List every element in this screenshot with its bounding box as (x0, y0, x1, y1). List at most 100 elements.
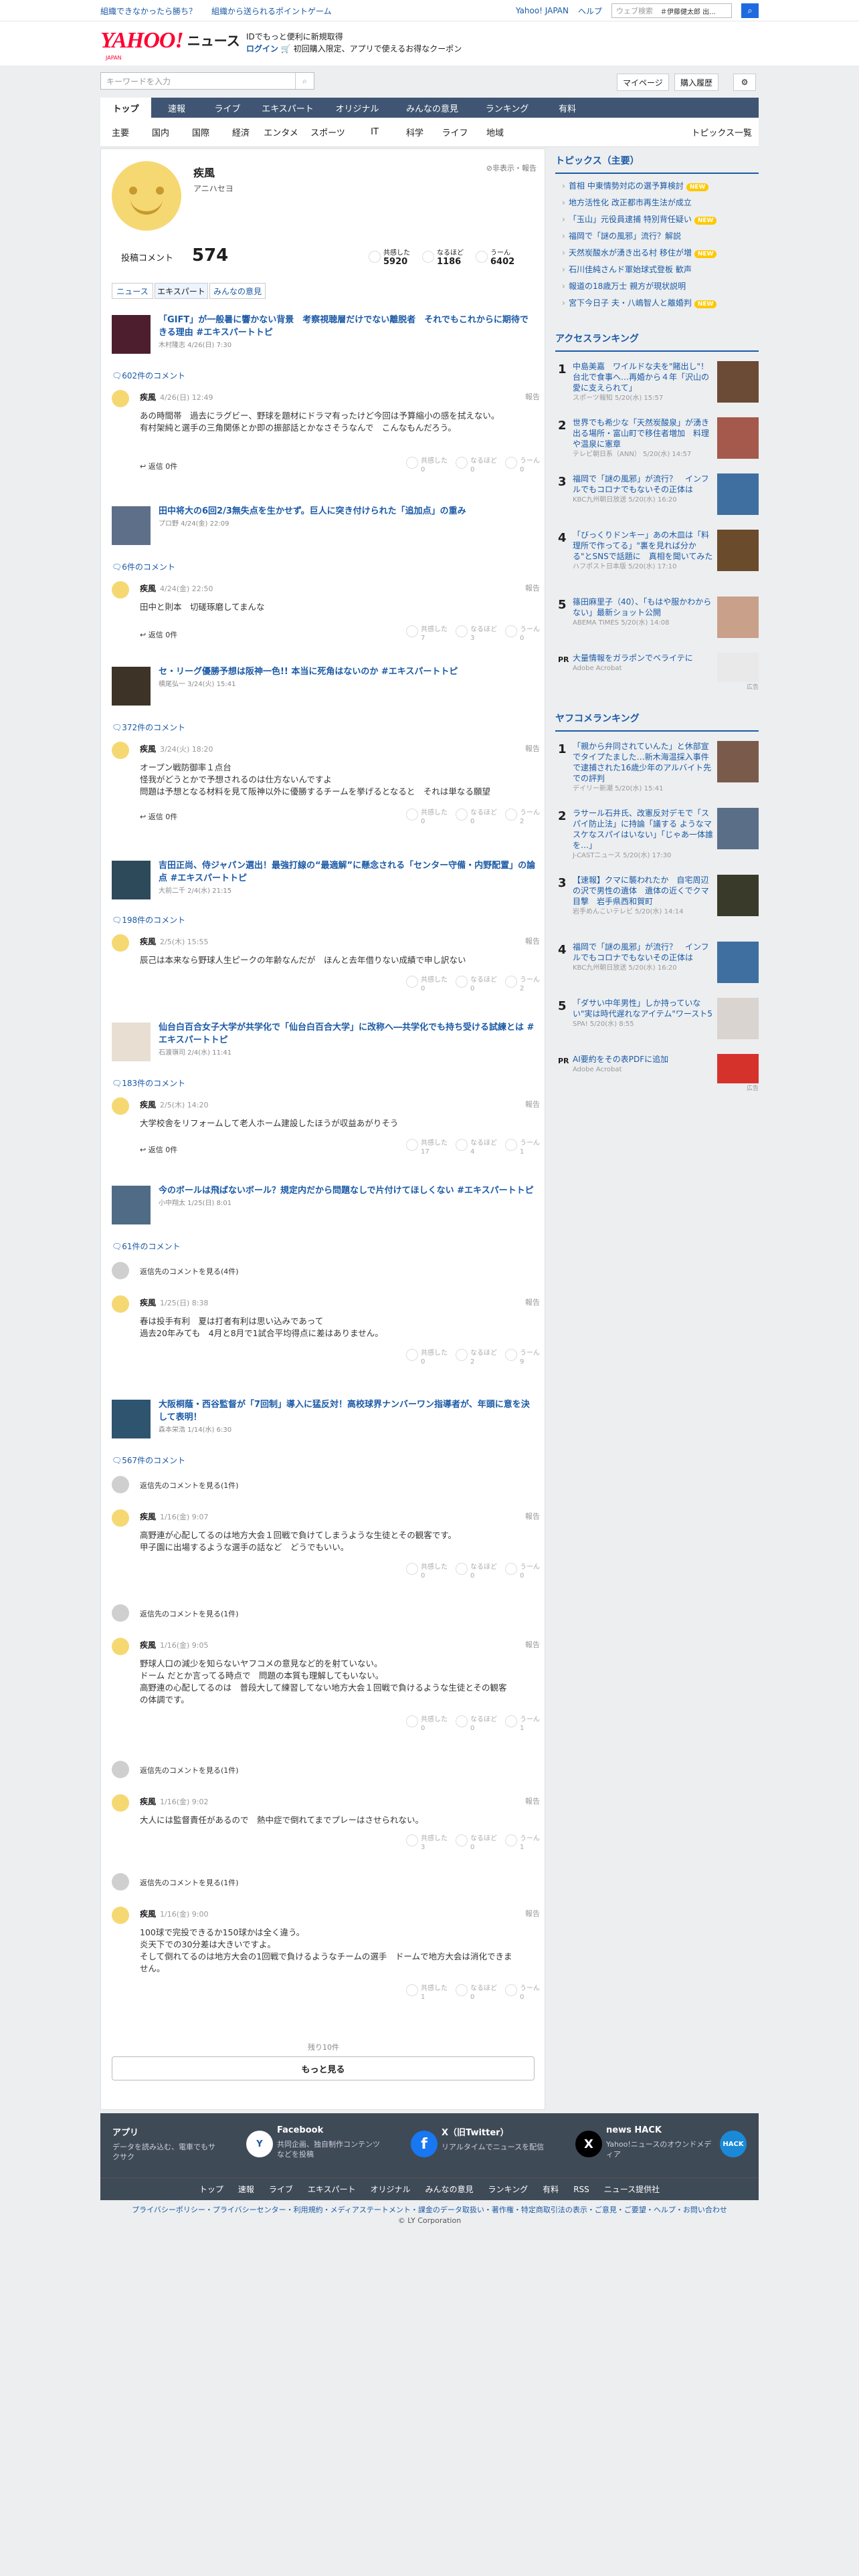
topic-item[interactable]: 石川佳純さんド軍始球式登板 歓声 (562, 261, 759, 278)
footer-nav-item[interactable]: 有料 (543, 2183, 559, 2195)
snav-item[interactable]: 経済 (221, 126, 261, 138)
reply-button[interactable]: ↩ 返信 0件 (140, 811, 177, 822)
commenter-name[interactable]: 疾風 2/5(木) 14:20 (140, 1099, 209, 1110)
react-hmm[interactable]: うーん 1 (505, 1715, 540, 1733)
gnav-breaking[interactable]: 速報 (151, 98, 202, 118)
ranking-item[interactable]: 1 中島美嘉 ワイルドな夫を"賭出し"！台北で食事へ…再婚から４年「沢山の愛に支え… (555, 356, 759, 412)
topic-item[interactable]: 報道の18歳万士 親方が現状説明 (562, 278, 759, 295)
comment-count-link[interactable]: 🗨6件のコメント (112, 561, 175, 572)
react-hmm[interactable]: うーん 2 (505, 976, 540, 993)
report-link[interactable]: 報告 (525, 743, 540, 754)
promo-line-1[interactable]: IDでもっと便利に新規取得 (246, 31, 462, 43)
react-agree[interactable]: 共感した 0 (406, 976, 448, 993)
commenter-name[interactable]: 疾風 3/24(火) 18:20 (140, 743, 213, 754)
snav-item[interactable]: スポーツ (301, 126, 355, 138)
article-title[interactable]: 「GIFT」が一般暑に響かない背景 考察視聴層だけでない離脱者 それでもこれから… (159, 314, 537, 352)
footer-newshack[interactable]: news HACK Yahoo!ニュースのオウンドメディア HACK (606, 2125, 747, 2165)
gnav-ranking[interactable]: ランキング (472, 98, 542, 118)
reply-parent-link[interactable]: 返信先のコメントを見る(1件) (112, 1476, 540, 1496)
react-insight[interactable]: なるほど 0 (456, 1984, 497, 2002)
react-agree[interactable]: 共感した 17 (406, 1139, 448, 1156)
commenter-name[interactable]: 疾風 4/24(金) 22:50 (140, 582, 213, 594)
footer-nav-item[interactable]: ニュース提供社 (604, 2183, 660, 2195)
reply-parent-link[interactable]: 返信先のコメントを見る(1件) (112, 1604, 540, 1624)
comment-count-link[interactable]: 🗨198件のコメント (112, 914, 185, 926)
gnav-top[interactable]: トップ (100, 98, 151, 118)
snav-item[interactable]: エンタメ (261, 126, 301, 138)
react-agree[interactable]: 共感した 0 (406, 1715, 448, 1733)
article-title[interactable]: 仙台白百合女子大学が共学化で「仙台白百合大学」に改称へ―共学化でも持ち受ける試練… (159, 1021, 537, 1059)
ranking-item[interactable]: 5 篠田麻里子（40）、「もはや服かわからない」最新ショット公開 ABEMA TIM… (555, 591, 759, 647)
article-title[interactable]: 田中将大の6回2/3無失点を生かせず。巨人に突き付けられた「追加点」の重み プロ野… (159, 505, 537, 530)
help-link[interactable]: ヘルプ (578, 5, 602, 17)
reply-parent-link[interactable]: 返信先のコメントを見る(4件) (112, 1262, 540, 1282)
web-search-button[interactable]: ⌕ (741, 3, 759, 18)
ranking-item[interactable]: 4 「びっくりドンキー」あの木皿は「料理所で作ってる」"裏を見れば分かる"とSNS… (555, 524, 759, 591)
report-link[interactable]: 報告 (525, 936, 540, 946)
react-insight[interactable]: なるほど 0 (456, 976, 497, 993)
commenter-name[interactable]: 疾風 1/16(金) 9:05 (140, 1639, 209, 1650)
reply-parent-link[interactable]: 返信先のコメントを見る(1件) (112, 1873, 540, 1893)
pr-ad[interactable]: PR 大量情報をガラポンでベライテに Adobe Acrobat 広告 (555, 647, 759, 691)
react-agree[interactable]: 共感した 0 (406, 457, 448, 474)
ranking-item[interactable]: 2 ラサール石井氏、改憲反対デモで「スパイ防止法」に持論「議する ようなマスケなス… (555, 802, 759, 869)
footer-x[interactable]: X（旧Twitter） リアルタイムでニュースを配信 X (442, 2125, 602, 2165)
snav-item[interactable]: 科学 (395, 126, 435, 138)
report-link[interactable]: 報告 (525, 1297, 540, 1307)
comment-count-link[interactable]: 🗨567件のコメント (112, 1455, 185, 1466)
gnav-paid[interactable]: 有料 (542, 98, 593, 118)
snav-item[interactable]: IT (355, 127, 395, 137)
react-hmm[interactable]: うーん 0 (505, 457, 540, 474)
snav-item[interactable]: 国内 (140, 126, 181, 138)
commenter-name[interactable]: 疾風 2/5(木) 15:55 (140, 936, 209, 947)
ranking-item[interactable]: 1 「親から弁同されていんた」と休部宣でタイプたました…新木海温採入事件で逮捕され… (555, 736, 759, 802)
react-agree[interactable]: 共感した 7 (406, 625, 448, 643)
article-title[interactable]: 吉田正尚、侍ジャパン選出！最強打線の“最適解”に懸念される「センター守備・内野配… (159, 859, 537, 897)
comment-count-link[interactable]: 🗨372件のコメント (112, 722, 185, 733)
ranking-item[interactable]: 3 【速報】クマに襲われたか 自宅周辺の沢で男性の遺体 遺体の近くでクマ目撃 岩手… (555, 869, 759, 936)
topic-item[interactable]: 首相 中東情勢対応の選予算検討NEW (562, 178, 759, 195)
tab-expert[interactable]: エキスパート (155, 283, 208, 299)
report-link[interactable]: 報告 (525, 582, 540, 593)
topic-item[interactable]: 福岡で「謎の風邪」流行？解説 (562, 228, 759, 245)
gnav-opinion[interactable]: みんなの意見 (392, 98, 472, 118)
footer-nav-item[interactable]: ライブ (269, 2183, 293, 2195)
react-insight[interactable]: なるほど 0 (456, 809, 497, 826)
commenter-name[interactable]: 疾風 1/16(金) 9:02 (140, 1796, 209, 1807)
react-hmm[interactable]: うーん 1 (505, 1139, 540, 1156)
load-more-button[interactable]: もっと見る (112, 2056, 535, 2080)
commenter-name[interactable]: 疾風 1/25(日) 8:38 (140, 1297, 209, 1308)
tab-news[interactable]: ニュース (112, 283, 153, 299)
comment-count-link[interactable]: 🗨61件のコメント (112, 1241, 181, 1252)
react-insight[interactable]: なるほど 3 (456, 625, 497, 643)
gnav-original[interactable]: オリジナル (322, 98, 392, 118)
promo-line-2[interactable]: 初回購入限定、アプリで使えるお得なクーポン (294, 44, 462, 53)
footer-facebook[interactable]: Facebook 共同企画、独自制作コンテンツなどを投稿 f (277, 2125, 438, 2165)
react-insight[interactable]: なるほど 0 (456, 1834, 497, 1852)
report-link[interactable]: 報告 (525, 1796, 540, 1806)
article-title[interactable]: 大阪桐蔭・西谷監督が「7回制」導入に猛反対！高校球界ナンバーワン指導者が、年頭に… (159, 1398, 537, 1436)
footer-nav-item[interactable]: みんなの意見 (425, 2183, 474, 2195)
ranking-item[interactable]: 3 福岡で「謎の風邪」が流行？ インフルでもコロナでもないその正体は KBC九州朝日… (555, 468, 759, 524)
promo-link-2[interactable]: 組織から送られるポイントゲーム (211, 5, 332, 17)
react-hmm[interactable]: うーん 1 (505, 1834, 540, 1852)
footer-app[interactable]: アプリ データを読み込む、電車でもサクサク Y (112, 2125, 273, 2165)
report-link[interactable]: 報告 (525, 1639, 540, 1650)
react-agree[interactable]: 共感した 0 (406, 809, 448, 826)
topic-item[interactable]: 宮下今日子 夫・八嶋智人と離婚判NEW (562, 295, 759, 312)
mypage-button[interactable]: マイページ (617, 74, 669, 91)
react-hmm[interactable]: うーん 0 (505, 1984, 540, 2002)
reply-button[interactable]: ↩ 返信 0件 (140, 629, 177, 640)
hide-report-link[interactable]: ⊘非表示・報告 (486, 163, 537, 173)
article-title[interactable]: 今のボールは飛ばないボール？規定内だから問題なしで片付けてほしくない #エキスパ… (159, 1184, 537, 1210)
report-link[interactable]: 報告 (525, 391, 540, 402)
footer-nav-item[interactable]: オリジナル (371, 2183, 411, 2195)
web-search-box[interactable]: ウェブ検索 ＃伊藤健太郎 出... (611, 3, 732, 18)
comment-count-link[interactable]: 🗨602件のコメント (112, 370, 185, 381)
commenter-name[interactable]: 疾風 4/26(日) 12:49 (140, 391, 213, 403)
react-insight[interactable]: なるほど 0 (456, 1563, 497, 1580)
react-hmm[interactable]: うーん 0 (505, 625, 540, 643)
reply-parent-link[interactable]: 返信先のコメントを見る(1件) (112, 1761, 540, 1781)
commenter-name[interactable]: 疾風 1/16(金) 9:07 (140, 1511, 209, 1522)
react-insight[interactable]: なるほど 0 (456, 457, 497, 474)
